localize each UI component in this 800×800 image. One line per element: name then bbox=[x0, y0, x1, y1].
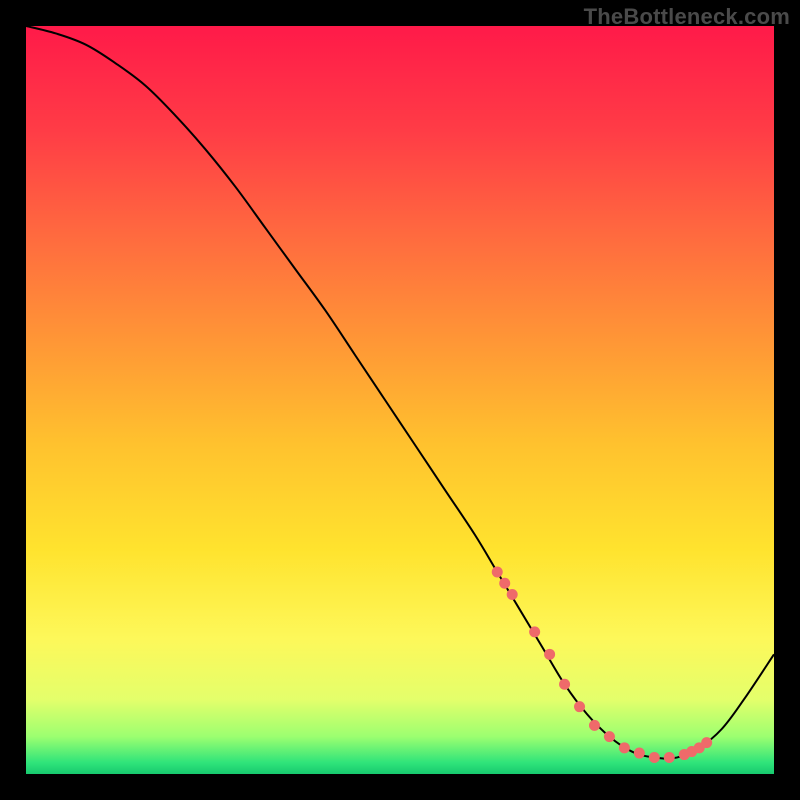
highlight-dot bbox=[499, 578, 510, 589]
highlight-dot bbox=[529, 626, 540, 637]
highlight-dot bbox=[507, 589, 518, 600]
highlight-dot bbox=[649, 752, 660, 763]
highlight-dot bbox=[604, 731, 615, 742]
chart-svg bbox=[26, 26, 774, 774]
highlight-dot bbox=[619, 742, 630, 753]
highlight-dot bbox=[492, 567, 503, 578]
highlight-dot bbox=[544, 649, 555, 660]
chart-background bbox=[26, 26, 774, 774]
highlight-dot bbox=[664, 752, 675, 763]
watermark-text: TheBottleneck.com bbox=[584, 4, 790, 30]
chart-plot-area bbox=[26, 26, 774, 774]
highlight-dot bbox=[574, 701, 585, 712]
highlight-dot bbox=[559, 679, 570, 690]
chart-frame: TheBottleneck.com bbox=[0, 0, 800, 800]
highlight-dot bbox=[701, 737, 712, 748]
highlight-dot bbox=[589, 720, 600, 731]
highlight-dot bbox=[634, 748, 645, 759]
